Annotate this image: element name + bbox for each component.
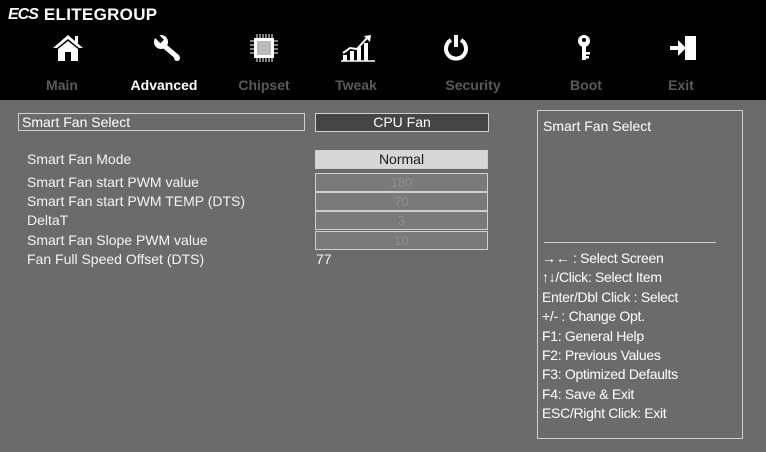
start-pwm-field: 180 [315, 173, 488, 192]
key-select-screen: →← : Select Screen [542, 250, 664, 266]
menu-icon-bar [0, 30, 766, 70]
brand: ECS ELITEGROUP [8, 5, 157, 25]
smart-fan-mode-label: Smart Fan Mode [27, 151, 132, 167]
smart-fan-select-value[interactable]: CPU Fan [315, 113, 489, 132]
full-speed-offset-value: 77 [316, 251, 332, 267]
tab-bar: Main Advanced Chipset Tweak Security Boo… [0, 77, 766, 99]
bios-screen: ECS ELITEGROUP Main Advanced Chipset Twe… [0, 0, 766, 452]
key-previous-values: F2: Previous Values [542, 347, 661, 364]
key-legend: →← : Select Screen ↑↓/Click: Select Item… [542, 249, 678, 424]
start-pwm-label: Smart Fan start PWM value [27, 174, 199, 190]
key-select-item: ↑↓/Click: Select Item [542, 269, 662, 286]
tab-chipset[interactable]: Chipset [238, 77, 289, 93]
tab-boot[interactable]: Boot [570, 77, 602, 93]
key-exit: ESC/Right Click: Exit [542, 405, 667, 422]
key-icon[interactable] [564, 30, 604, 66]
key-save-exit: F4: Save & Exit [542, 385, 634, 402]
smart-fan-mode-select[interactable]: Normal [315, 150, 488, 169]
start-pwm-temp-field: 70 [315, 192, 488, 211]
slope-pwm-label: Smart Fan Slope PWM value [27, 232, 208, 248]
key-change-opt: +/- : Change Opt. [542, 308, 645, 325]
delta-t-field: 3 [315, 211, 488, 230]
wrench-icon[interactable] [148, 30, 188, 66]
tab-advanced[interactable]: Advanced [131, 77, 198, 93]
tab-tweak[interactable]: Tweak [335, 77, 377, 93]
header-bar: ECS ELITEGROUP Main Advanced Chipset Twe… [0, 0, 766, 100]
chart-icon[interactable] [338, 30, 378, 66]
key-select: Enter/Dbl Click : Select [542, 288, 678, 305]
brand-logo: ECS [8, 6, 39, 23]
tab-exit[interactable]: Exit [668, 77, 694, 93]
tab-security[interactable]: Security [445, 77, 500, 93]
smart-fan-select-label: Smart Fan Select [22, 114, 131, 130]
tab-main[interactable]: Main [46, 77, 78, 93]
home-icon[interactable] [48, 30, 88, 66]
delta-t-label: DeltaT [27, 212, 69, 228]
full-speed-offset-label: Fan Full Speed Offset (DTS) [27, 251, 205, 267]
smart-fan-select-row[interactable]: Smart Fan Select [18, 113, 305, 131]
slope-pwm-field: 10 [315, 231, 488, 250]
exit-icon[interactable] [663, 30, 703, 66]
help-title: Smart Fan Select [543, 118, 652, 134]
key-general-help: F1: General Help [542, 327, 644, 344]
help-panel: Smart Fan Select →← : Select Screen ↑↓/C… [537, 110, 743, 439]
help-divider [544, 242, 716, 243]
chip-icon[interactable] [244, 30, 284, 66]
start-pwm-temp-label: Smart Fan start PWM TEMP (DTS) [27, 193, 246, 209]
key-optimized-defaults: F3: Optimized Defaults [542, 366, 678, 383]
power-icon[interactable] [436, 30, 476, 66]
brand-name: ELITEGROUP [43, 5, 158, 24]
